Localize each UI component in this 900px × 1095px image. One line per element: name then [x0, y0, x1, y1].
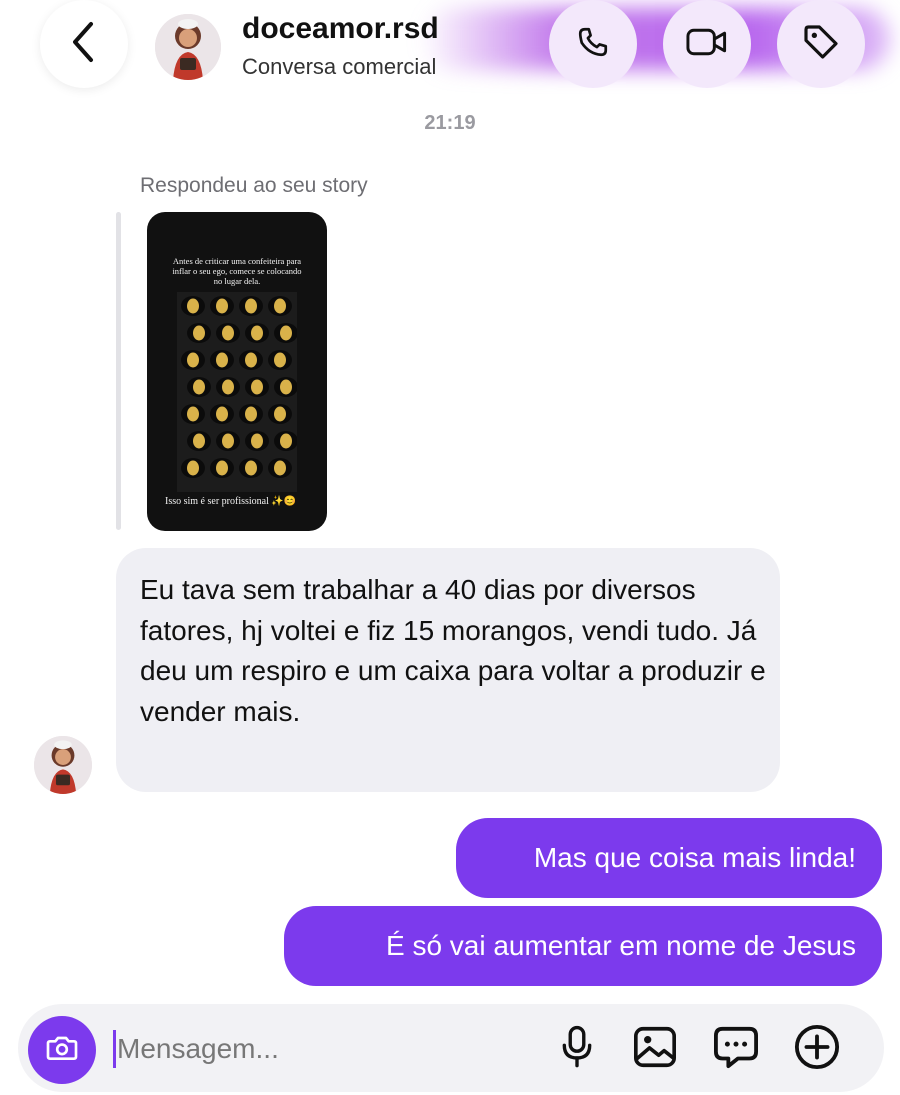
sticker-icon [713, 1025, 759, 1074]
back-button[interactable] [40, 0, 128, 88]
message-timestamp: 21:19 [424, 112, 476, 134]
text-caret [113, 1030, 116, 1068]
voice-message-button[interactable] [552, 1024, 602, 1074]
camera-button[interactable] [28, 1016, 96, 1084]
story-caption-top: Antes de criticar uma confeiteira para i… [172, 256, 302, 286]
video-camera-icon [685, 25, 729, 64]
plus-icon [794, 1024, 840, 1075]
voice-call-button[interactable] [549, 0, 637, 88]
sender-avatar[interactable] [34, 736, 92, 794]
contact-username[interactable]: doceamor.rsd [242, 12, 439, 46]
chevron-left-icon [69, 20, 99, 69]
camera-icon [46, 1034, 78, 1067]
video-call-button[interactable] [663, 0, 751, 88]
story-reply-label: Respondeu ao seu story [140, 174, 368, 197]
incoming-message-text: Eu tava sem trabalhar a 40 dias por dive… [140, 574, 766, 727]
phone-icon [575, 24, 611, 65]
outgoing-message-text: Mas que coisa mais linda! [533, 842, 856, 873]
chat-header: doceamor.rsd Conversa comercial [0, 0, 900, 100]
contact-avatar[interactable] [155, 14, 221, 80]
more-options-button[interactable] [792, 1024, 842, 1074]
story-photo [177, 292, 298, 492]
outgoing-message-bubble[interactable]: É só vai aumentar em nome de Jesus [284, 906, 882, 986]
tag-icon [801, 22, 841, 67]
message-input[interactable] [117, 1026, 517, 1072]
microphone-icon [560, 1025, 594, 1074]
reply-indicator-bar [116, 212, 121, 530]
outgoing-message-bubble[interactable]: Mas que coisa mais linda! [456, 818, 882, 898]
sticker-button[interactable] [711, 1024, 761, 1074]
gallery-button[interactable] [630, 1024, 680, 1074]
story-caption-bottom: Isso sim é ser profissional ✨😊 [165, 496, 297, 507]
conversation-type-label: Conversa comercial [242, 54, 437, 79]
label-button[interactable] [777, 0, 865, 88]
gallery-icon [633, 1026, 677, 1073]
story-preview[interactable]: Antes de criticar uma confeiteira para i… [147, 212, 327, 531]
outgoing-message-text: É só vai aumentar em nome de Jesus [385, 930, 856, 961]
